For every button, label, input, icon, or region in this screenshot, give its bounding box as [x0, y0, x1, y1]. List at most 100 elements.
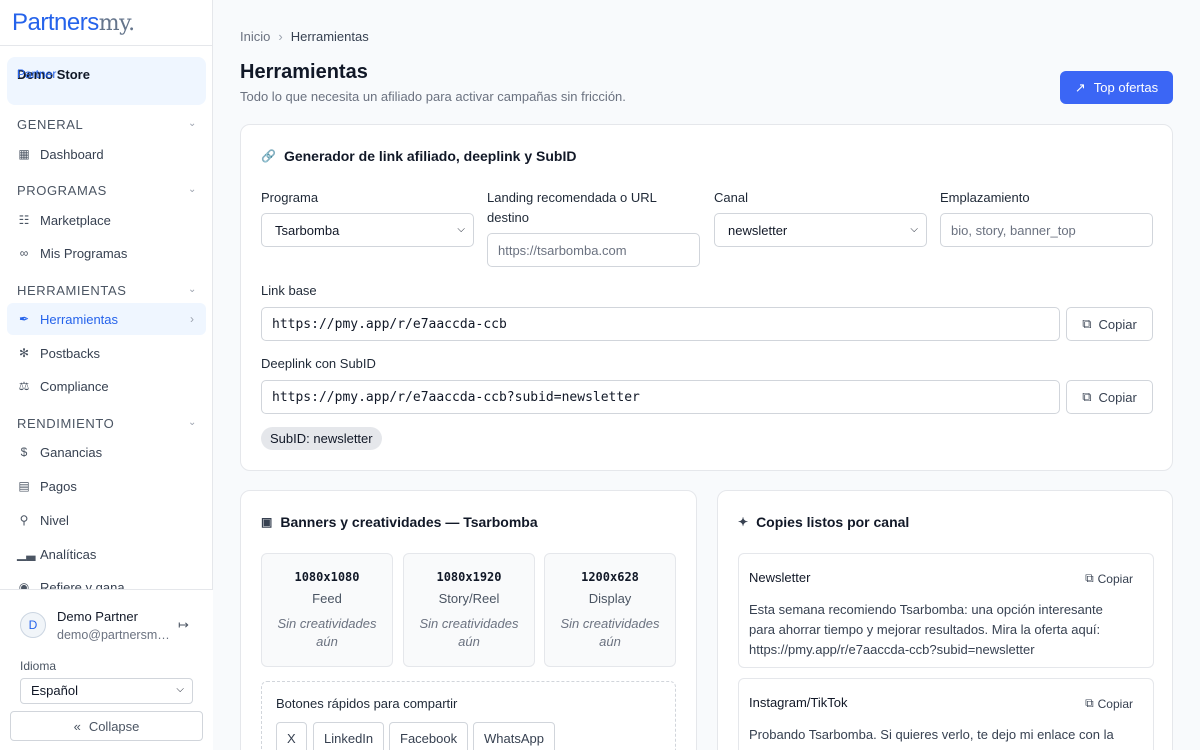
- store-icon: ☷: [18, 213, 30, 227]
- sidebar: Partnersmy. Partner Demo Store GENERAL ⌄…: [0, 0, 213, 750]
- double-chevron-left-icon: «: [73, 718, 81, 734]
- banner-tile[interactable]: 1200x628 Display Sin creatividades aún: [544, 553, 676, 667]
- sidebar-item-label: Compliance: [40, 378, 109, 394]
- copy-base-link-button[interactable]: ⧉ Copiar: [1066, 307, 1153, 341]
- partner-label: Partner: [17, 67, 57, 81]
- webhook-icon: ✻: [18, 346, 30, 360]
- link-generator-title-text: Generador de link afiliado, deeplink y S…: [283, 148, 577, 164]
- share-facebook-button[interactable]: Facebook: [389, 722, 469, 750]
- section-rendimiento[interactable]: RENDIMIENTO ⌄: [17, 416, 197, 431]
- user-email: demo@partnersmy.com: [57, 628, 170, 642]
- language-value: Español: [31, 683, 78, 698]
- copy-icon: ⧉: [1085, 696, 1094, 710]
- banner-kind: Display: [588, 591, 632, 606]
- share-x-button[interactable]: X: [276, 722, 307, 750]
- brand-logo[interactable]: Partnersmy.: [0, 0, 212, 46]
- banner-size: 1080x1920: [436, 570, 502, 584]
- sidebar-item-refiere-y-gana[interactable]: ◉ Refiere y gana: [7, 572, 206, 589]
- sidebar-item-pagos[interactable]: ▤ Pagos: [7, 470, 206, 502]
- banknote-icon: ▤: [18, 479, 30, 493]
- banner-kind: Feed: [312, 591, 342, 606]
- partner-card: Partner Demo Store: [7, 57, 206, 105]
- copies-title: ✦ Copies listos por canal: [738, 514, 909, 530]
- collapse-button[interactable]: « Collapse: [10, 711, 203, 741]
- chevron-down-icon: ⌄: [188, 284, 197, 295]
- sidebar-item-label: Refiere y gana: [40, 580, 125, 589]
- sparkles-icon: ✦: [738, 515, 749, 529]
- sidebar-item-marketplace[interactable]: ☷ Marketplace: [7, 204, 206, 236]
- logout-icon[interactable]: ↦: [178, 617, 189, 633]
- deeplink-field[interactable]: https://pmy.app/r/e7aaccda-ccb?subid=new…: [261, 380, 1060, 414]
- sidebar-item-ganancias[interactable]: $ Ganancias: [7, 436, 206, 468]
- sidebar-item-label: Mis Programas: [40, 245, 128, 261]
- brand-name-suffix: my.: [98, 11, 135, 36]
- chevron-down-icon: ⌵: [176, 684, 184, 695]
- banners-card: ▣ Banners y creatividades — Tsarbomba 10…: [240, 490, 697, 750]
- base-link-field[interactable]: https://pmy.app/r/e7aaccda-ccb: [261, 307, 1060, 341]
- grid-icon: ▦: [18, 147, 30, 161]
- external-link-icon: ↗: [1074, 79, 1086, 95]
- section-herramientas[interactable]: HERRAMIENTAS ⌄: [17, 283, 197, 298]
- banner-kind: Story/Reel: [438, 591, 500, 606]
- section-programas[interactable]: PROGRAMAS ⌄: [17, 183, 197, 198]
- placement-input[interactable]: bio, story, banner_top: [940, 213, 1153, 247]
- link-generator-card: 🔗 Generador de link afiliado, deeplink y…: [240, 124, 1173, 471]
- banner-tile[interactable]: 1080x1080 Feed Sin creatividades aún: [261, 553, 393, 667]
- sidebar-item-dashboard[interactable]: ▦ Dashboard: [7, 138, 206, 170]
- chevron-down-icon: ⌄: [188, 118, 197, 129]
- copy-text-button[interactable]: ⧉ Copiar: [1085, 696, 1133, 711]
- sidebar-item-mis-programas[interactable]: ∞ Mis Programas: [7, 237, 206, 269]
- user-name: Demo Partner: [57, 609, 138, 624]
- sidebar-item-label: Dashboard: [40, 146, 104, 162]
- banner-size: 1080x1080: [294, 570, 360, 584]
- landing-label: Landing recomendada o URL destino: [487, 190, 657, 225]
- sidebar-item-postbacks[interactable]: ✻ Postbacks: [7, 337, 206, 369]
- share-buttons-box: Botones rápidos para compartir X LinkedI…: [261, 681, 676, 750]
- sidebar-item-label: Nivel: [40, 512, 69, 528]
- copies-card: ✦ Copies listos por canal Newsletter ⧉ C…: [717, 490, 1173, 750]
- sidebar-item-nivel[interactable]: ⚲ Nivel: [7, 504, 206, 536]
- sidebar-item-compliance[interactable]: ⚖ Compliance: [7, 370, 206, 402]
- sidebar-item-analiticas[interactable]: ▁▃ Analíticas: [7, 538, 206, 570]
- copy-deeplink-button[interactable]: ⧉ Copiar: [1066, 380, 1153, 414]
- landing-url-placeholder: https://tsarbomba.com: [498, 242, 627, 258]
- link-icon: 🔗: [261, 149, 276, 163]
- copy-item-newsletter: Newsletter ⧉ Copiar Esta semana recomien…: [738, 553, 1154, 668]
- copy-text-button[interactable]: ⧉ Copiar: [1085, 571, 1133, 586]
- banners-title: ▣ Banners y creatividades — Tsarbomba: [261, 514, 538, 530]
- chevron-right-icon: ›: [190, 312, 194, 326]
- breadcrumb-home[interactable]: Inicio: [240, 29, 270, 44]
- copy-label: Copiar: [1098, 316, 1137, 332]
- scale-icon: ⚖: [18, 379, 30, 393]
- share-whatsapp-button[interactable]: WhatsApp: [473, 722, 555, 750]
- chevron-down-icon: ⌵: [457, 224, 465, 235]
- copy-label: Copiar: [1097, 696, 1133, 711]
- top-offers-button[interactable]: ↗ Top ofertas: [1060, 71, 1173, 104]
- copy-text: Esta semana recomiendo Tsarbomba: una op…: [749, 602, 1103, 657]
- program-select[interactable]: Tsarbomba ⌵: [261, 213, 474, 247]
- copy-item-instagram: Instagram/TikTok ⧉ Copiar Probando Tsarb…: [738, 678, 1154, 750]
- section-general-title: GENERAL: [17, 117, 84, 132]
- trophy-icon: ⚲: [19, 513, 29, 527]
- share-linkedin-button[interactable]: LinkedIn: [313, 722, 385, 750]
- copy-label: Copiar: [1098, 389, 1137, 405]
- copy-icon: ⧉: [1082, 389, 1092, 404]
- copy-channel: Instagram/TikTok: [749, 695, 848, 710]
- program-value: Tsarbomba: [275, 222, 340, 238]
- image-icon: ▣: [261, 515, 273, 529]
- copy-icon: ⧉: [1082, 316, 1092, 331]
- breadcrumb: Inicio › Herramientas: [240, 29, 369, 44]
- section-general[interactable]: GENERAL ⌄: [17, 117, 197, 132]
- link-icon: ∞: [19, 246, 29, 260]
- placement-label: Emplazamiento: [940, 190, 1030, 205]
- language-select[interactable]: Español ⌵: [20, 678, 193, 704]
- sidebar-item-label: Marketplace: [40, 212, 111, 228]
- chevron-down-icon: ⌵: [910, 224, 918, 235]
- sidebar-item-herramientas[interactable]: ✒ Herramientas ›: [7, 303, 206, 335]
- sidebar-item-label: Ganancias: [40, 444, 103, 460]
- banner-tile[interactable]: 1080x1920 Story/Reel Sin creatividades a…: [403, 553, 535, 667]
- sidebar-footer: D Demo Partner demo@partnersmy.com ↦ Idi…: [0, 589, 213, 750]
- channel-select[interactable]: newsletter ⌵: [714, 213, 927, 247]
- avatar[interactable]: D: [20, 612, 46, 638]
- landing-url-input[interactable]: https://tsarbomba.com: [487, 233, 700, 267]
